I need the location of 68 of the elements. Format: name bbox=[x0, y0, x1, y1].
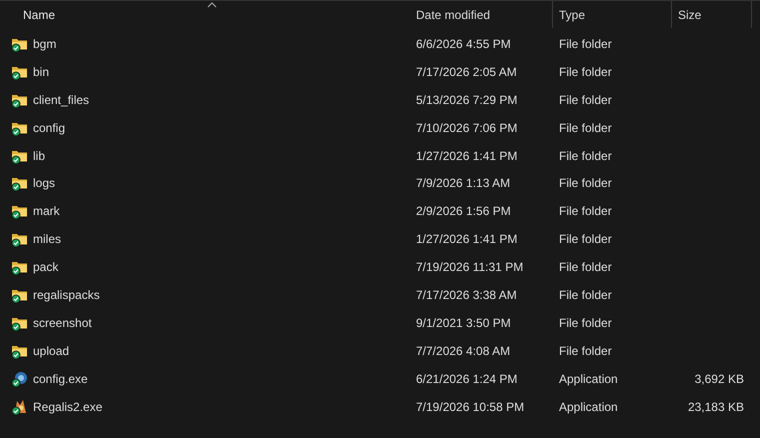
file-row[interactable]: bin 7/17/2026 2:05 AM File folder bbox=[0, 58, 760, 86]
file-name: lib bbox=[33, 148, 46, 164]
date-modified: 7/10/2026 7:06 PM bbox=[416, 120, 518, 135]
file-name: upload bbox=[33, 342, 70, 360]
folder-icon bbox=[11, 259, 28, 276]
column-header[interactable]: Size bbox=[672, 1, 752, 28]
file-type: File folder bbox=[559, 64, 612, 79]
file-name: config bbox=[33, 120, 66, 137]
file-row[interactable]: config 7/10/2026 7:06 PM File folder bbox=[0, 114, 760, 142]
folder-icon bbox=[11, 175, 28, 192]
file-type: File folder bbox=[559, 288, 612, 302]
file-row[interactable]: upload 7/7/2026 4:08 AM File folder bbox=[0, 336, 760, 365]
file-row[interactable]: regalispacks 7/17/2026 3:38 AM File folder bbox=[0, 281, 760, 309]
file-row[interactable]: pack 7/19/2026 11:31 PM File folder bbox=[0, 253, 760, 282]
file-row[interactable]: bgm 6/6/2026 4:55 PM File folder bbox=[0, 30, 760, 58]
folder-icon bbox=[11, 203, 28, 220]
file-row[interactable]: Regalis2.exe 7/19/2026 10:58 PM Application 23,183 KB bbox=[0, 392, 760, 420]
file-row[interactable]: client_files 5/13/2026 7:29 PM File folder bbox=[0, 86, 760, 114]
date-modified: 9/1/2021 3:50 PM bbox=[416, 316, 511, 330]
file-name: regalispacks bbox=[33, 286, 100, 304]
folder-icon bbox=[11, 231, 28, 248]
column-header[interactable]: Date modified bbox=[410, 1, 553, 28]
file-row[interactable]: config.exe 6/21/2026 1:24 PM Application 3,692 KB bbox=[0, 364, 760, 393]
date-modified: 7/17/2026 2:05 AM bbox=[416, 64, 517, 79]
date-modified: 1/27/2026 1:41 PM bbox=[416, 232, 518, 246]
column-header[interactable]: Type bbox=[553, 1, 672, 28]
file-name: mark bbox=[33, 203, 60, 220]
file-type: File folder bbox=[559, 316, 612, 330]
file-type: File folder bbox=[559, 120, 612, 135]
file-name: screenshot bbox=[33, 314, 92, 332]
file-name: miles bbox=[33, 231, 62, 248]
file-type: File folder bbox=[559, 92, 612, 107]
file-type: File folder bbox=[559, 204, 612, 218]
file-row[interactable]: miles 1/27/2026 1:41 PM File folder bbox=[0, 225, 760, 254]
date-modified: 2/9/2026 1:56 PM bbox=[416, 204, 511, 218]
date-modified: 7/19/2026 11:31 PM bbox=[416, 260, 524, 274]
file-size: 3,692 KB bbox=[694, 372, 744, 386]
file-row[interactable]: mark 2/9/2026 1:56 PM File folder bbox=[0, 197, 760, 226]
file-type: File folder bbox=[559, 260, 612, 274]
file-name: pack bbox=[33, 259, 58, 276]
file-type: File folder bbox=[559, 232, 612, 246]
file-name: logs bbox=[33, 175, 56, 192]
date-modified: 1/27/2026 1:41 PM bbox=[416, 148, 518, 162]
game-app-icon bbox=[11, 398, 28, 415]
file-type: File folder bbox=[559, 36, 612, 51]
date-modified: 7/19/2026 10:58 PM bbox=[416, 400, 524, 414]
file-name: bgm bbox=[33, 36, 56, 53]
file-type: File folder bbox=[559, 176, 612, 190]
file-type: Application bbox=[559, 372, 618, 386]
file-type: File folder bbox=[559, 344, 612, 358]
date-modified: 7/9/2026 1:13 AM bbox=[416, 176, 510, 190]
sort-ascending-icon bbox=[207, 2, 217, 8]
file-row[interactable]: logs 7/9/2026 1:13 AM File folder bbox=[0, 169, 760, 198]
date-modified: 7/17/2026 3:38 AM bbox=[416, 288, 517, 302]
file-size: 23,183 KB bbox=[688, 400, 744, 414]
file-name: bin bbox=[33, 64, 50, 81]
date-modified: 7/7/2026 4:08 AM bbox=[416, 344, 510, 358]
file-name: Regalis2.exe bbox=[33, 398, 102, 416]
file-row[interactable]: lib 1/27/2026 1:41 PM File folder bbox=[0, 142, 760, 170]
file-name: config.exe bbox=[33, 370, 88, 388]
file-name: client_files bbox=[33, 92, 90, 109]
date-modified: 6/21/2026 1:24 PM bbox=[416, 372, 518, 386]
date-modified: 6/6/2026 4:55 PM bbox=[416, 36, 511, 51]
file-row[interactable]: screenshot 9/1/2021 3:50 PM File folder bbox=[0, 308, 760, 337]
file-type: File folder bbox=[559, 148, 612, 162]
column-header[interactable]: Name bbox=[0, 1, 410, 28]
file-type: Application bbox=[559, 400, 618, 414]
date-modified: 5/13/2026 7:29 PM bbox=[416, 92, 518, 107]
